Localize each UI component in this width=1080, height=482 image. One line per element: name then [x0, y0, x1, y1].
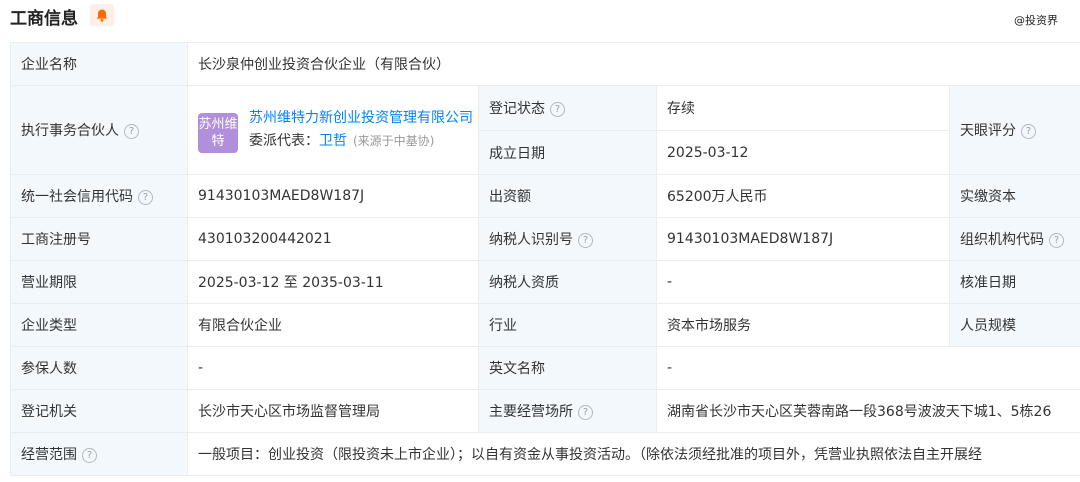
value-en-name: - [656, 346, 1080, 390]
label-authority: 登记机关 [10, 389, 188, 433]
label-exec-partner: 执行事务合伙人? [10, 85, 188, 175]
label-credit-code: 统一社会信用代码? [10, 174, 188, 218]
section-title: 工商信息 [10, 9, 78, 29]
value-capital: 65200万人民币 [656, 174, 950, 218]
label-en-name: 英文名称 [478, 346, 657, 390]
question-icon[interactable]: ? [82, 447, 97, 463]
watermark: @投资界 [1014, 14, 1058, 27]
question-icon[interactable]: ? [1021, 123, 1036, 139]
question-icon[interactable]: ? [578, 404, 593, 420]
question-icon[interactable]: ? [124, 123, 139, 139]
value-insured: - [187, 346, 479, 390]
business-info-table: 企业名称 长沙泉仲创业投资合伙企业（有限合伙） 执行事务合伙人? 苏州维特 苏州… [10, 42, 1080, 476]
value-company-name: 长沙泉仲创业投资合伙企业（有限合伙） [187, 42, 1080, 86]
label-tax-quali: 纳税人资质 [478, 260, 657, 304]
label-reg-no: 工商注册号 [10, 217, 188, 261]
value-term: 2025-03-12 至 2035-03-11 [187, 260, 479, 304]
rep-line: 委派代表：卫哲 (来源于中基协) [249, 133, 435, 149]
value-found-date: 2025-03-12 [656, 130, 950, 175]
label-capital: 出资额 [478, 174, 657, 218]
label-type: 企业类型 [10, 303, 188, 347]
label-found-date: 成立日期 [478, 130, 657, 175]
label-company-name: 企业名称 [10, 42, 188, 86]
value-tax-quali: - [656, 260, 950, 304]
label-industry: 行业 [478, 303, 657, 347]
label-term: 营业期限 [10, 260, 188, 304]
company-logo: 苏州维特 [198, 113, 238, 153]
question-icon[interactable]: ? [138, 189, 153, 205]
rep-source: (来源于中基协) [353, 134, 435, 148]
value-reg-no: 430103200442021 [187, 217, 479, 261]
value-type: 有限合伙企业 [187, 303, 479, 347]
value-exec-partner: 苏州维特 苏州维特力新创业投资管理有限公司 委派代表：卫哲 (来源于中基协) [187, 85, 479, 175]
label-scope: 经营范围? [10, 432, 188, 476]
label-org-code: 组织机构代码? [949, 217, 1080, 261]
value-authority: 长沙市天心区市场监督管理局 [187, 389, 479, 433]
label-reg-status: 登记状态? [478, 85, 657, 131]
label-insured: 参保人数 [10, 346, 188, 390]
label-taxpayer-id: 纳税人识别号? [478, 217, 657, 261]
question-icon[interactable]: ? [550, 101, 565, 117]
value-credit-code: 91430103MAED8W187J [187, 174, 479, 218]
value-reg-status: 存续 [656, 85, 950, 131]
question-icon[interactable]: ? [1049, 232, 1064, 248]
label-approve-date: 核准日期 [949, 260, 1080, 304]
label-staff: 人员规模 [949, 303, 1080, 347]
value-scope: 一般项目：创业投资（限投资未上市企业）；以自有资金从事投资活动。（除依法须经批准… [187, 432, 1080, 476]
label-tianyan-score: 天眼评分? [949, 85, 1080, 175]
partner-name-link[interactable]: 苏州维特力新创业投资管理有限公司 [249, 107, 474, 130]
question-icon[interactable]: ? [578, 232, 593, 248]
bell-icon[interactable] [90, 4, 114, 26]
label-address: 主要经营场所? [478, 389, 657, 433]
section-header: 工商信息 @投资界 [0, 0, 1080, 36]
value-address: 湖南省长沙市天心区芙蓉南路一段368号波波天下城1、5栋26 [656, 389, 1080, 433]
value-industry: 资本市场服务 [656, 303, 950, 347]
label-paid-capital: 实缴资本 [949, 174, 1080, 218]
value-taxpayer-id: 91430103MAED8W187J [656, 217, 950, 261]
rep-name-link[interactable]: 卫哲 [319, 133, 347, 149]
